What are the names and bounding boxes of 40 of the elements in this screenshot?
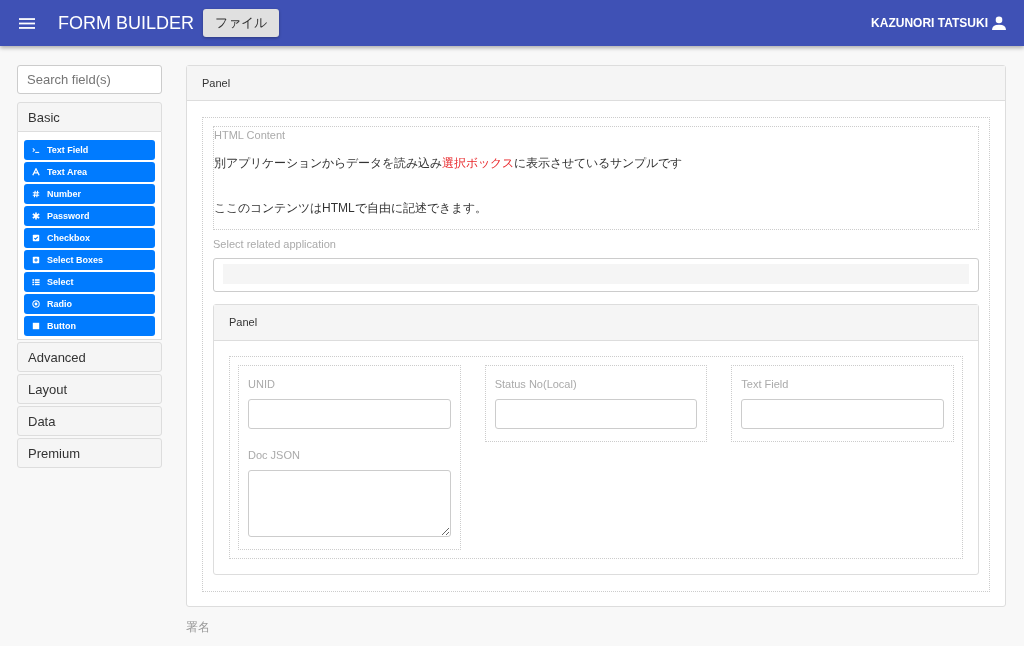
panel-title: Panel bbox=[187, 66, 1005, 101]
category-header[interactable]: Data bbox=[17, 406, 162, 436]
field-label: Status No(Local) bbox=[494, 378, 578, 390]
user-name[interactable]: KAZUNORI TATSUKI bbox=[871, 16, 988, 30]
component-button[interactable]: Text Area bbox=[24, 162, 155, 182]
radio-icon bbox=[32, 300, 40, 308]
file-button[interactable]: ファイル bbox=[203, 9, 279, 37]
menu-icon[interactable] bbox=[19, 17, 35, 29]
field-label: Doc JSON bbox=[248, 449, 301, 461]
checkbox-icon bbox=[32, 234, 40, 242]
field-label: Text Field bbox=[741, 378, 790, 390]
password-icon bbox=[32, 212, 40, 220]
field-label: 署名 bbox=[186, 619, 211, 636]
number-icon bbox=[32, 190, 40, 198]
category-header[interactable]: Layout bbox=[17, 374, 162, 404]
input-field[interactable] bbox=[741, 399, 944, 429]
component-button[interactable]: Number bbox=[24, 184, 155, 204]
text-area[interactable] bbox=[248, 470, 451, 537]
category-header[interactable]: Advanced bbox=[17, 342, 162, 372]
component-button[interactable]: Button bbox=[24, 316, 155, 336]
search-field[interactable]: Search field(s) bbox=[17, 65, 162, 94]
component-button[interactable]: Password bbox=[24, 206, 155, 226]
field-label: UNID bbox=[248, 378, 276, 390]
user-icon[interactable] bbox=[992, 16, 1006, 30]
panel-title: Panel bbox=[214, 305, 978, 341]
field-label: Select related application bbox=[213, 238, 337, 250]
input-field[interactable] bbox=[494, 399, 698, 429]
component-button[interactable]: Checkbox bbox=[24, 228, 155, 248]
field-label: HTML Content bbox=[214, 129, 287, 141]
category-header[interactable]: Basic bbox=[17, 102, 162, 132]
component-button[interactable]: Radio bbox=[24, 294, 155, 314]
category-header[interactable]: Premium bbox=[17, 438, 162, 468]
input-field[interactable] bbox=[248, 399, 451, 429]
app-title: FORM BUILDER bbox=[58, 12, 194, 34]
content-paragraph: ここのコンテンツはHTMLで自由に記述できます。 bbox=[214, 200, 488, 217]
component-button[interactable]: Text Field bbox=[24, 140, 155, 160]
select-field[interactable] bbox=[213, 258, 979, 292]
component-button[interactable]: Select bbox=[24, 272, 155, 292]
component-button[interactable]: Select Boxes bbox=[24, 250, 155, 270]
content-paragraph: 別アプリケーションからデータを読み込み選択ボックスに表示させているサンプルです bbox=[214, 155, 683, 172]
